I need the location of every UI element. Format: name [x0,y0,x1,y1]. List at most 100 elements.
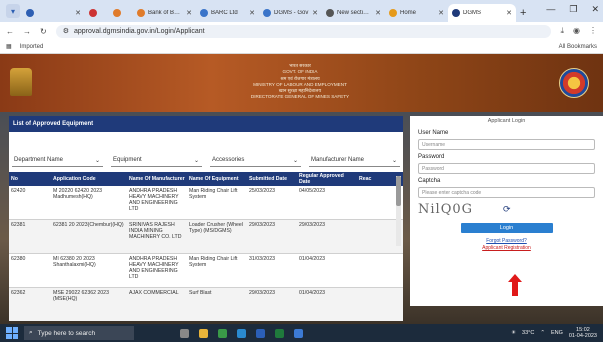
clock[interactable]: 15:02 01-04-2023 [569,327,597,339]
tab-favicon-icon [113,9,121,17]
scrollbar-thumb[interactable] [396,176,401,206]
accessories-filter[interactable]: Accessories ⌄ [210,157,301,167]
table-row[interactable]: 62380 MI 62380 20 2023 Shanthalaxmi(HQ) … [9,254,403,288]
bookmarks-bar: ▦ Imported All Bookmarks [0,40,603,54]
panel-title: List of Approved Equipment [9,116,403,132]
username-input[interactable]: Username [418,139,595,150]
tab-favicon-icon [263,9,271,17]
chrome-icon[interactable] [218,328,227,338]
close-icon[interactable]: ✕ [375,9,381,17]
chevron-down-icon: ⌄ [94,157,100,164]
mail-icon[interactable] [294,328,303,338]
site-info-icon[interactable]: ⚙ [63,27,69,35]
department-filter[interactable]: Department Name ⌄ [12,157,103,167]
browser-tab-strip: ▾ ✕ Bank of Baroda✕ BARC Ltd✕ DGMS - Gov… [0,0,603,22]
new-tab-button[interactable]: + [520,7,526,19]
url-field[interactable]: ⚙ approval.dgmsindia.gov.in/Login/Applic… [55,24,603,306]
forward-icon[interactable]: → [23,27,31,36]
chevron-down-icon: ⌄ [292,157,298,164]
close-icon[interactable]: ✕ [438,9,444,17]
browser-tab[interactable]: ✕ [22,4,85,22]
window-controls: — ❐ ✕ [546,4,599,15]
maximize-icon[interactable]: ❐ [569,4,577,15]
browser-tab[interactable]: BARC Ltd ✕ [196,4,259,22]
national-emblem-icon [10,68,32,96]
browser-tab[interactable]: Bank of Baroda✕ [133,4,196,22]
browser-tab[interactable] [85,4,109,22]
taskbar: ⌕ Type here to search ☀ 33°C ⌃ ENG 15:02… [0,324,603,342]
password-input[interactable]: Password [418,163,595,174]
language-indicator[interactable]: ENG [551,330,563,336]
username-label: User Name [418,130,449,136]
tab-favicon-icon [137,9,145,17]
filter-row: Department Name ⌄ Equipment ⌄ Accessories ⌄… [9,155,403,168]
tab-favicon-icon [389,9,397,17]
edge-icon[interactable] [237,328,246,338]
table-header: No Application Code Name Of Manufacturer… [9,172,403,186]
system-tray: ☀ 33°C ⌃ ENG 15:02 01-04-2023 [511,327,603,339]
tab-favicon-icon [26,9,34,17]
close-icon[interactable]: ✕ [312,9,318,17]
tab-favicon-icon [326,9,334,17]
tab-favicon-icon [452,9,460,17]
taskbar-search[interactable]: ⌕ Type here to search [24,326,134,340]
menu-icon[interactable]: ⋮ [589,26,597,36]
header-titles: भारत सरकार GOVT. OF INDIA श्रम एवं रोजगा… [250,63,350,100]
bookmark-item[interactable]: Imported [20,44,44,50]
profile-icon[interactable]: ◉ [573,26,580,36]
address-bar-row: ← → ↻ ⚙ approval.dgmsindia.gov.in/Login/… [0,22,603,306]
dgms-logo-icon [559,68,589,98]
table-scrollbar[interactable] [396,176,401,246]
browser-tab[interactable]: DGMS - Gov ✕ [259,4,322,22]
login-title: Applicant Login [487,118,526,124]
chevron-down-icon: ⌄ [391,157,397,164]
close-icon[interactable]: ✕ [506,9,512,17]
task-view-icon[interactable] [180,328,189,338]
back-icon[interactable]: ← [6,27,14,36]
close-icon[interactable]: ✕ [186,9,192,17]
reload-icon[interactable]: ↻ [40,27,47,36]
excel-icon[interactable] [275,328,284,338]
captcha-label: Captcha [418,178,441,184]
captcha-input[interactable]: Please enter captcha code [418,187,595,198]
all-bookmarks-link[interactable]: All Bookmarks [559,44,597,50]
close-window-icon[interactable]: ✕ [591,4,599,15]
tab-favicon-icon [89,9,97,17]
red-arrow-annotation-icon [508,274,522,296]
tab-search-icon[interactable]: ▾ [6,4,20,18]
url-text: approval.dgmsindia.gov.in/Login/Applican… [73,27,205,35]
table-row[interactable]: 62381 62381 20 2023(Chembur)(HQ) SRINIVA… [9,220,403,254]
password-label: Password [418,154,445,160]
equipment-filter[interactable]: Equipment ⌄ [111,157,202,167]
approved-equipment-panel: List of Approved Equipment Department Na… [9,116,403,321]
weather-temp: 33°C [522,330,535,336]
close-icon[interactable]: ✕ [75,9,81,17]
windows-start-icon[interactable] [6,327,18,339]
apps-icon[interactable]: ▦ [6,43,12,50]
word-icon[interactable] [256,328,265,338]
network-icon[interactable]: ⌃ [540,330,545,336]
table-row[interactable]: 62420 M 20220 62420 2023 Madhumesh(HQ) A… [9,186,403,220]
captcha-image: NilQ0G [418,202,474,217]
weather-icon[interactable]: ☀ [511,330,516,336]
applicant-login-panel: Applicant Login User Name Username Passw… [410,116,603,284]
close-icon[interactable]: ✕ [249,9,255,17]
download-icon[interactable]: ⤓ [560,26,564,36]
browser-tab[interactable]: Home ✕ [385,4,448,22]
search-icon: ⌕ [29,329,33,336]
refresh-captcha-icon[interactable]: ⟳ [503,204,511,215]
browser-tab[interactable]: New sections ✕ [322,4,385,22]
forgot-password-link[interactable]: Forgot Password? [410,238,603,244]
browser-tab-active[interactable]: DGMS ✕ [448,4,516,22]
minimize-icon[interactable]: — [546,4,555,15]
browser-tab[interactable] [109,4,133,22]
manufacturer-filter[interactable]: Manufacturer Name ⌄ [309,157,400,167]
captcha-row: NilQ0G ⟳ [418,202,595,217]
taskbar-apps [180,328,303,338]
table-row[interactable]: 62362 MSE 29022 62362 2023 (MSE(HQ) AJAX… [9,288,403,321]
file-explorer-icon[interactable] [199,328,208,338]
login-button[interactable]: Login [460,223,553,233]
applicant-registration-link[interactable]: Applicant Registration [410,245,603,251]
site-header: भारत सरकार GOVT. OF INDIA श्रम एवं रोजगा… [0,54,603,112]
tab-favicon-icon [200,9,208,17]
